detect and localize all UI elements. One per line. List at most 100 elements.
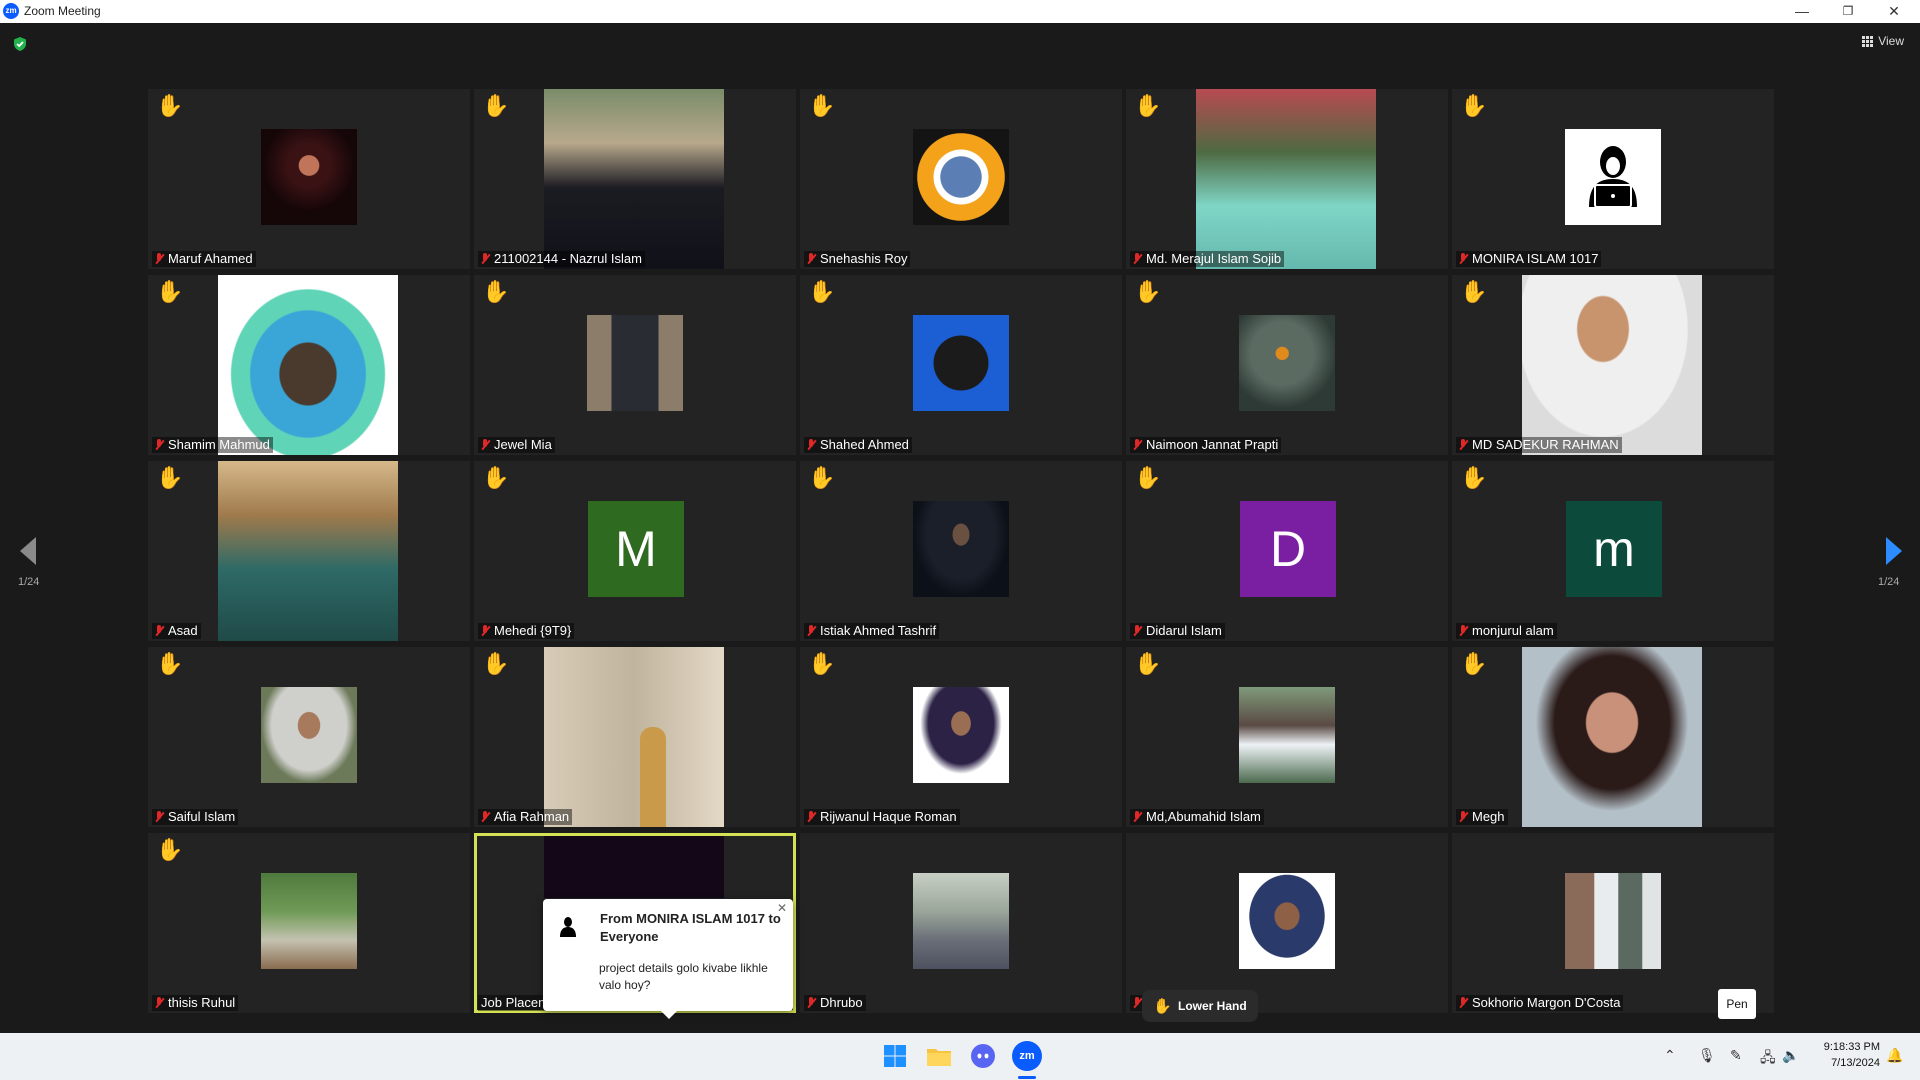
raised-hand-icon: ✋ [808,93,836,118]
participant-photo [261,687,357,783]
raised-hand-icon: ✋ [808,279,836,304]
raised-hand-icon: ✋ [482,465,510,490]
participant-name-label: Afia Rahman [478,809,573,825]
participant-tile[interactable]: ✋ M Mehedi {9T9} [474,461,796,641]
participant-name: Dhrubo [820,995,863,1010]
security-shield-icon[interactable] [12,36,28,52]
windows-taskbar: zm ⌃ 🎙 ✎ 🖧 🔈 9:18:33 PM 7/13/2024 🔔 [0,1033,1920,1080]
raised-hand-icon: ✋ [156,651,184,676]
participant-name-label: Sokhorio Margon D'Costa [1456,995,1624,1011]
participant-tile[interactable]: ✋ Shahed Ahmed [800,275,1122,455]
participant-tile[interactable]: ✋ Shamim Mahmud [148,275,470,455]
muted-mic-icon [1132,810,1142,824]
file-explorer-icon[interactable] [924,1041,954,1071]
participant-tile[interactable]: ✋ Md,Abumahid Islam [1126,647,1448,827]
participant-name: monjurul alam [1472,623,1554,638]
restore-button[interactable]: ❐ [1826,0,1870,23]
participant-tile[interactable]: Dhrubo [800,833,1122,1013]
participant-name: Rijwanul Haque Roman [820,809,957,824]
participant-tile[interactable]: ✋ thisis Ruhul [148,833,470,1013]
raised-hand-icon: ✋ [156,279,184,304]
participant-video [1196,89,1376,269]
raised-hand-icon: ✋ [1134,465,1162,490]
participant-photo [1239,315,1335,411]
participant-name-label: Didarul Islam [1130,623,1225,639]
participant-name-label: Jewel Mia [478,437,555,453]
chevron-up-icon[interactable]: ⌃ [1664,1047,1676,1064]
zoom-icon[interactable]: zm [1012,1041,1042,1071]
participant-name-label: Md. Merajul Islam Sojib [1130,251,1285,267]
participant-tile[interactable] [1126,833,1448,1013]
pen-button[interactable]: Pen [1718,989,1756,1019]
participant-tile[interactable]: ✋ Istiak Ahmed Tashrif [800,461,1122,641]
participant-name: Didarul Islam [1146,623,1222,638]
start-icon[interactable] [880,1041,910,1071]
participant-name: Asad [168,623,198,638]
system-clock[interactable]: 9:18:33 PM 7/13/2024 [1810,1039,1880,1071]
raised-hand-icon: ✋ [482,279,510,304]
muted-mic-icon [806,438,816,452]
initial-avatar: m [1566,501,1662,597]
participant-name: Shahed Ahmed [820,437,909,452]
view-button[interactable]: View [1862,34,1904,48]
participant-tile[interactable]: ✋ Naimoon Jannat Prapti [1126,275,1448,455]
participant-tile[interactable]: Sokhorio Margon D'Costa [1452,833,1774,1013]
hand-icon: ✋ [1153,998,1172,1015]
participant-tile[interactable]: ✋ Saiful Islam [148,647,470,827]
raised-hand-icon: ✋ [1460,93,1488,118]
participant-name-label: MD SADEKUR RAHMAN [1456,437,1622,453]
participant-tile[interactable]: ✋ Afia Rahman [474,647,796,827]
close-popup-icon[interactable]: ✕ [777,901,787,915]
participant-photo [1565,129,1661,225]
participant-tile[interactable]: ✋ Jewel Mia [474,275,796,455]
muted-mic-icon [806,996,816,1010]
raised-hand-icon: ✋ [156,465,184,490]
participant-tile[interactable]: ✋ MD SADEKUR RAHMAN [1452,275,1774,455]
muted-mic-icon [806,624,816,638]
lower-hand-button[interactable]: ✋ Lower Hand [1142,990,1258,1022]
raised-hand-icon: ✋ [1460,279,1488,304]
microphone-icon[interactable]: 🎙 [1698,1047,1716,1064]
raised-hand-icon: ✋ [808,465,836,490]
participant-tile[interactable]: ✋ Asad [148,461,470,641]
close-button[interactable]: ✕ [1872,0,1916,23]
meeting-area: View 1/24 1/24 ✋ Maruf Ahamed ✋ 21100214… [0,23,1920,1033]
muted-mic-icon [1132,996,1142,1010]
participant-name: Job Placem [481,995,549,1010]
participant-tile[interactable]: ✋ Md. Merajul Islam Sojib [1126,89,1448,269]
muted-mic-icon [1458,624,1468,638]
muted-mic-icon [154,438,164,452]
notification-bell-icon[interactable]: 🔔 [1886,1047,1903,1064]
participant-tile[interactable]: ✋ Maruf Ahamed [148,89,470,269]
participant-tile[interactable]: ✋ MONIRA ISLAM 1017 [1452,89,1774,269]
participant-tile[interactable]: ✋ Snehashis Roy [800,89,1122,269]
muted-mic-icon [1458,996,1468,1010]
muted-mic-icon [1132,624,1142,638]
participant-tile[interactable]: ✋ Rijwanul Haque Roman [800,647,1122,827]
participant-tile[interactable]: ✋ Megh [1452,647,1774,827]
participant-name-label: Asad [152,623,201,639]
next-page-arrow-icon[interactable] [1886,537,1902,565]
muted-mic-icon [1132,252,1142,266]
muted-mic-icon [1458,438,1468,452]
participant-tile[interactable]: ✋ 211002144 - Nazrul Islam [474,89,796,269]
participant-video [544,836,724,898]
participant-tile[interactable]: ✋ m monjurul alam [1452,461,1774,641]
network-icon[interactable]: 🖧 [1760,1047,1776,1071]
minimize-button[interactable]: — [1780,0,1824,23]
participant-tile[interactable]: ✋ D Didarul Islam [1126,461,1448,641]
participant-name-label: 211002144 - Nazrul Islam [478,251,645,267]
avatar-laptop-icon [1589,146,1637,208]
pen-tray-icon[interactable]: ✎ [1730,1047,1742,1064]
participant-photo [913,129,1009,225]
view-label: View [1878,34,1904,48]
participant-video [218,461,398,641]
volume-icon[interactable]: 🔈 [1782,1047,1799,1064]
discord-icon[interactable] [968,1041,998,1071]
chat-notification-popup[interactable]: From MONIRA ISLAM 1017 to Everyone proje… [543,899,793,1019]
active-app-indicator [1018,1076,1036,1079]
window-title: Zoom Meeting [24,4,101,18]
previous-page-arrow-icon[interactable] [20,537,36,565]
participant-name-label: Maruf Ahamed [152,251,256,267]
muted-mic-icon [154,996,164,1010]
